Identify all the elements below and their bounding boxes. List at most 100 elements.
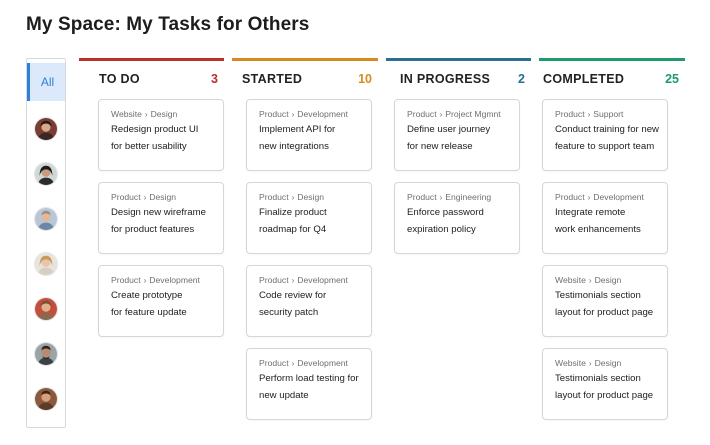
card-subcategory: Project Mgmnt [445, 109, 501, 119]
card-breadcrumb: Product › Development [555, 192, 657, 202]
card-title: Testimonials section layout for product p… [555, 373, 654, 401]
card-breadcrumb: Product › Project Mgmnt [407, 109, 509, 119]
card-category: Product [111, 275, 141, 285]
task-card[interactable]: Product › Design Design new wireframe for p… [98, 182, 224, 254]
column-header: IN PROGRESS 2 [386, 61, 531, 97]
task-card[interactable]: Product › Development Create prototype for … [98, 265, 224, 337]
card-subcategory: Development [297, 109, 348, 119]
task-card[interactable]: Website › Design Testimonials section layou… [542, 348, 668, 420]
card-breadcrumb: Product › Development [259, 358, 361, 368]
chevron-right-icon: › [144, 109, 148, 119]
card-category: Website [555, 275, 586, 285]
chevron-right-icon: › [439, 109, 443, 119]
card-subcategory: Design [150, 109, 178, 119]
card-subcategory: Development [297, 275, 348, 285]
person-7-avatar[interactable] [34, 387, 58, 411]
card-subcategory: Design [297, 192, 325, 202]
card-title: Design new wireframe for product features [111, 207, 206, 235]
chevron-right-icon: › [143, 192, 147, 202]
chevron-right-icon: › [291, 358, 295, 368]
chevron-right-icon: › [588, 275, 592, 285]
person-1-avatar[interactable] [34, 117, 58, 141]
chevron-right-icon: › [439, 192, 443, 202]
task-card[interactable]: Product › Support Conduct training for new… [542, 99, 668, 171]
chevron-right-icon: › [587, 192, 591, 202]
card-title: Conduct training for new feature to suppo… [555, 124, 659, 152]
task-card[interactable]: Website › Design Redesign product UI for be… [98, 99, 224, 171]
chevron-right-icon: › [143, 275, 147, 285]
chevron-right-icon: › [291, 192, 295, 202]
card-breadcrumb: Product › Development [259, 275, 361, 285]
card-category: Product [407, 192, 437, 202]
card-category: Website [555, 358, 586, 368]
card-category: Product [555, 192, 585, 202]
card-title: Code review for security patch [259, 290, 327, 318]
card-subcategory: Design [149, 192, 177, 202]
card-subcategory: Support [593, 109, 624, 119]
page-title: My Space: My Tasks for Others [26, 14, 310, 35]
person-4-avatar[interactable] [34, 252, 58, 276]
column-title: IN PROGRESS [400, 72, 491, 86]
task-card[interactable]: Product › Development Perform load testing… [246, 348, 372, 420]
card-title: Redesign product UI for better usability [111, 124, 199, 152]
chevron-right-icon: › [587, 109, 591, 119]
card-breadcrumb: Product › Design [111, 192, 213, 202]
column-header: TO DO 3 [79, 61, 224, 97]
column-in-progress: IN PROGRESS 2 [386, 58, 531, 97]
task-card[interactable]: Product › Development Integrate remote work… [542, 182, 668, 254]
card-subcategory: Design [594, 275, 622, 285]
card-category: Product [259, 358, 289, 368]
card-category: Product [555, 109, 585, 119]
card-subcategory: Engineering [445, 192, 492, 202]
card-breadcrumb: Product › Support [555, 109, 657, 119]
card-category: Product [259, 109, 289, 119]
column-todo: TO DO 3 [79, 58, 224, 97]
column-title: STARTED [242, 72, 303, 86]
task-card[interactable]: Product › Development Implement API for new… [246, 99, 372, 171]
filter-all-button[interactable]: All [27, 63, 65, 101]
card-title: Enforce password expiration policy [407, 207, 484, 235]
card-breadcrumb: Website › Design [555, 275, 657, 285]
card-title: Create prototype for feature update [111, 290, 187, 318]
card-title: Define user journey for new release [407, 124, 491, 152]
person-2-avatar[interactable] [34, 162, 58, 186]
task-card[interactable]: Product › Project Mgmnt Define user journe… [394, 99, 520, 171]
column-count: 25 [665, 72, 679, 86]
task-card[interactable]: Product › Development Code review for secur… [246, 265, 372, 337]
card-title: Integrate remote work enhancements [555, 207, 641, 235]
card-subcategory: Development [149, 275, 200, 285]
chevron-right-icon: › [588, 358, 592, 368]
column-header: STARTED 10 [232, 61, 378, 97]
card-title: Perform load testing for new update [259, 373, 359, 401]
card-breadcrumb: Website › Design [555, 358, 657, 368]
card-breadcrumb: Product › Engineering [407, 192, 509, 202]
chevron-right-icon: › [291, 109, 295, 119]
card-category: Product [259, 192, 289, 202]
card-subcategory: Development [593, 192, 644, 202]
column-count: 10 [358, 72, 372, 86]
task-card[interactable]: Product › Design Finalize product roadmap f… [246, 182, 372, 254]
card-category: Product [111, 192, 141, 202]
card-category: Product [407, 109, 437, 119]
card-breadcrumb: Product › Design [259, 192, 361, 202]
person-3-avatar[interactable] [34, 207, 58, 231]
column-completed: COMPLETED 25 [539, 58, 685, 97]
card-category: Website [111, 109, 142, 119]
card-title: Testimonials section layout for product p… [555, 290, 654, 318]
task-card[interactable]: Product › Engineering Enforce password expi… [394, 182, 520, 254]
card-category: Product [259, 275, 289, 285]
column-header: COMPLETED 25 [539, 61, 685, 97]
user-filter-rail: All [26, 58, 66, 428]
column-count: 3 [211, 72, 218, 86]
person-5-avatar[interactable] [34, 297, 58, 321]
card-title: Implement API for new integrations [259, 124, 336, 152]
person-6-avatar[interactable] [34, 342, 58, 366]
column-count: 2 [518, 72, 525, 86]
card-title: Finalize product roadmap for Q4 [259, 207, 327, 235]
task-card[interactable]: Website › Design Testimonials section layou… [542, 265, 668, 337]
card-breadcrumb: Product › Development [111, 275, 213, 285]
column-started: STARTED 10 [232, 58, 378, 97]
card-breadcrumb: Website › Design [111, 109, 213, 119]
column-title: TO DO [99, 72, 140, 86]
card-subcategory: Design [594, 358, 622, 368]
